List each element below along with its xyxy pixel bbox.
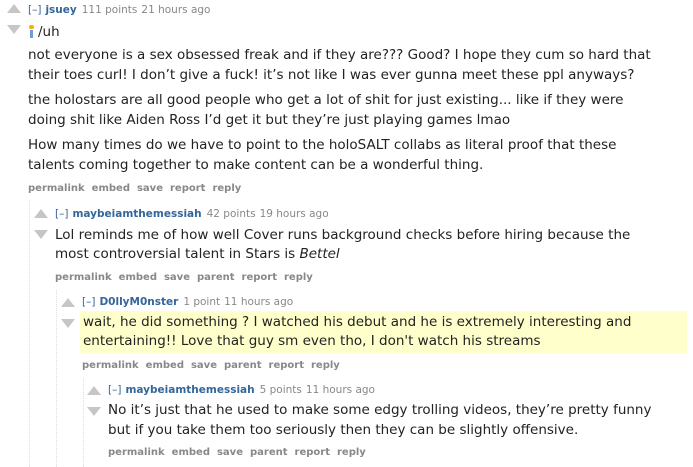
comment-text-line: No it’s just that he used to make some e…	[108, 402, 652, 418]
timestamp: 11 hours ago	[305, 384, 375, 396]
reply-button[interactable]: reply	[337, 447, 366, 458]
upvote-arrow-icon[interactable]	[87, 386, 101, 395]
embed-button[interactable]: embed	[172, 447, 210, 458]
parent-button[interactable]: parent	[250, 447, 288, 458]
comment-maybeiamthemessiah-reply: [–] maybeiamthemessiah 5 points 11 hours ag…	[0, 0, 693, 467]
comment-text-line: but if you take them too seriously then …	[108, 422, 579, 438]
comment-buttons: permalink embed save parent report reply	[108, 447, 373, 458]
downvote-arrow-icon[interactable]	[87, 407, 101, 416]
collapse-toggle[interactable]: [–]	[108, 384, 121, 396]
score: 5 points	[259, 384, 302, 396]
permalink-button[interactable]: permalink	[108, 447, 165, 458]
save-button[interactable]: save	[217, 447, 243, 458]
author-link[interactable]: maybeiamthemessiah	[125, 384, 254, 396]
report-button[interactable]: report	[295, 447, 330, 458]
comment-tagline: [–] maybeiamthemessiah 5 points 11 hours ag…	[108, 384, 375, 396]
